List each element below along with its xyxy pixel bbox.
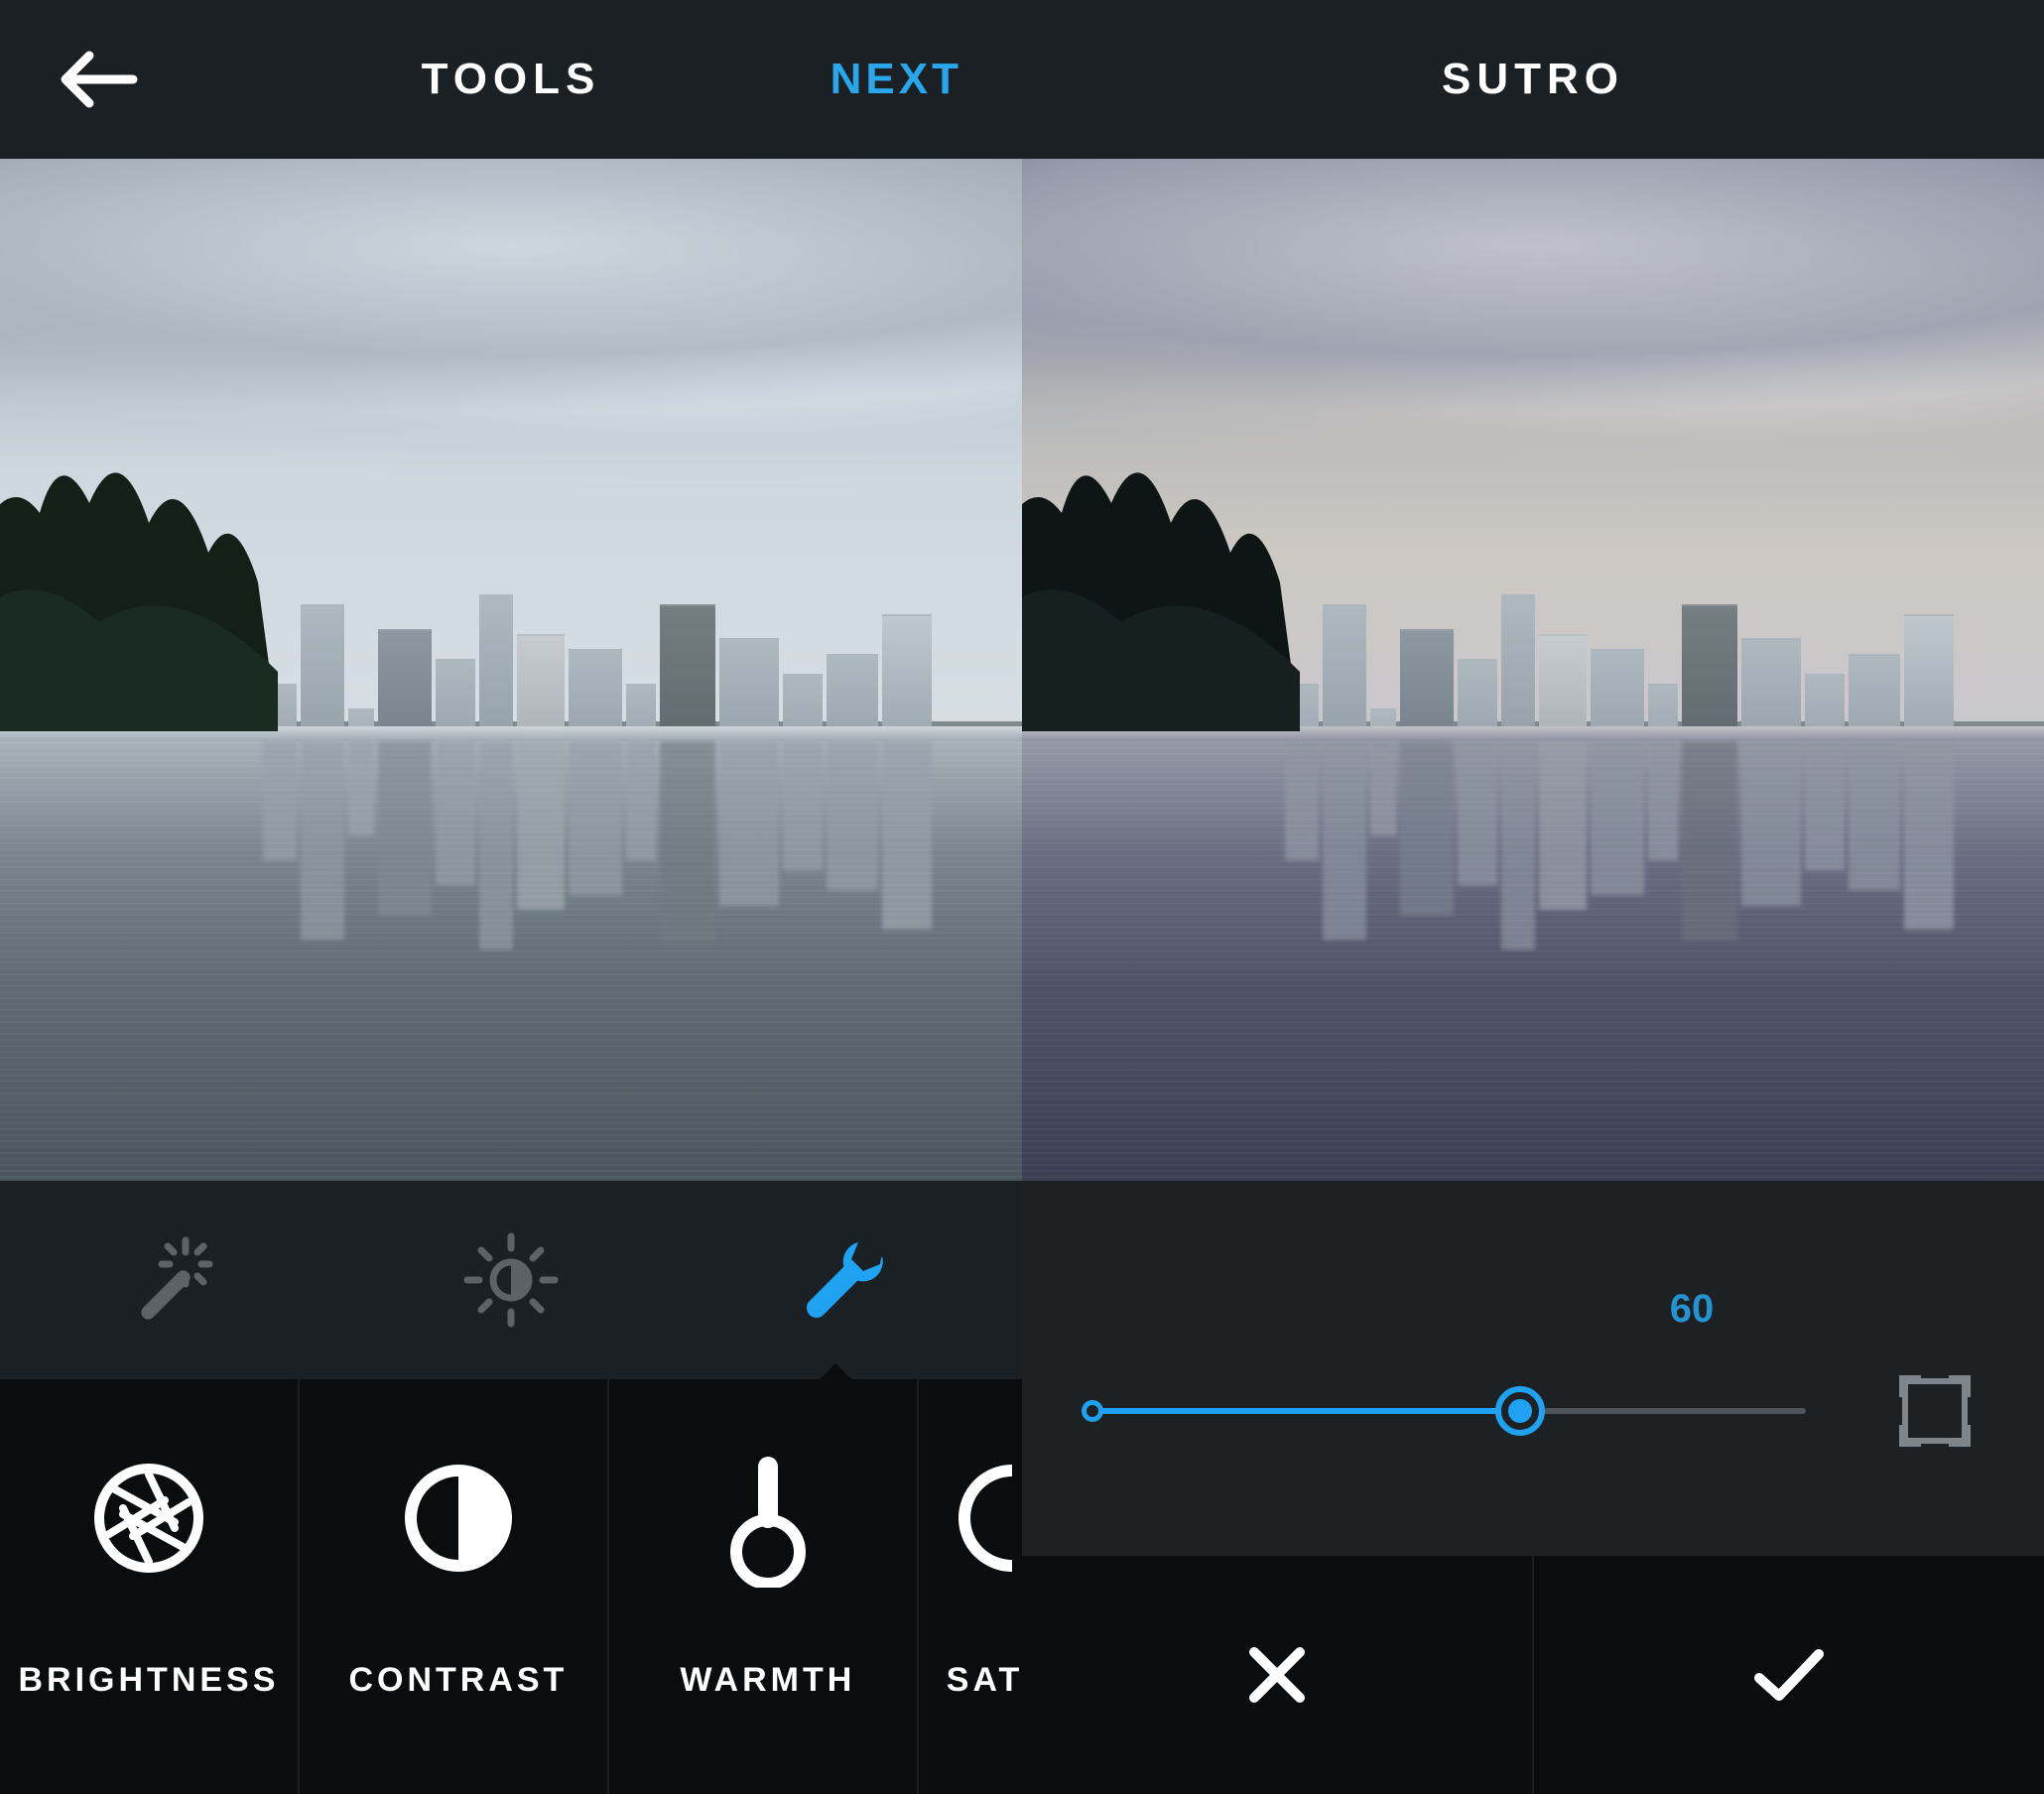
tab-auto-enhance[interactable] [461,1230,561,1330]
wrench-icon [805,1232,900,1328]
confirm-bar [1022,1556,2044,1794]
tools-strip[interactable]: BRIGHTNESS CONTRAST WA [0,1379,1022,1794]
back-button[interactable] [60,50,139,109]
slider-origin [1082,1400,1103,1422]
tool-brightness[interactable]: BRIGHTNESS [0,1379,300,1794]
tool-label: WARMTH [680,1661,855,1700]
saturation-icon [953,1459,1022,1578]
header: TOOLS NEXT [0,0,1022,159]
cancel-button[interactable] [1022,1556,1534,1794]
check-icon [1749,1640,1829,1710]
tab-tools[interactable] [805,1232,900,1328]
header-title: SUTRO [1442,55,1624,104]
slider-thumb[interactable] [1495,1386,1545,1436]
photo-preview[interactable] [0,159,1022,1181]
contrast-icon [399,1459,518,1578]
slider-fill [1091,1408,1520,1414]
tab-magic[interactable] [122,1232,217,1328]
filter-adjust-screen: SUTRO [1022,0,2044,1794]
editor-mode-tabs [0,1181,1022,1379]
slider-value: 60 [1670,1287,1715,1332]
arrow-left-icon [60,50,139,109]
strength-slider[interactable] [1091,1408,1806,1414]
tool-label: CONTRAST [348,1661,568,1700]
close-icon [1242,1640,1312,1710]
header: SUTRO [1022,0,2044,159]
tool-warmth[interactable]: WARMTH [619,1379,919,1794]
frame-icon [1895,1371,1975,1451]
header-title: TOOLS [422,55,601,104]
tool-contrast[interactable]: CONTRAST [310,1379,609,1794]
next-button[interactable]: NEXT [830,55,962,104]
confirm-button[interactable] [1534,1556,2044,1794]
photo-preview[interactable] [1022,159,2044,1181]
tool-label: BRIGHTNESS [19,1661,280,1700]
tool-saturation[interactable]: SATU [929,1379,1022,1794]
auto-enhance-sun-icon [461,1230,561,1330]
active-tab-caret [818,1363,853,1381]
thermometer-icon [718,1449,818,1588]
tools-screen: TOOLS NEXT [0,0,1022,1794]
aperture-icon [89,1459,208,1578]
tool-label: SATU [947,1661,1022,1700]
filter-strength-panel: 60 [1022,1181,2044,1556]
frame-toggle[interactable] [1895,1371,1975,1451]
magic-wand-icon [122,1232,217,1328]
